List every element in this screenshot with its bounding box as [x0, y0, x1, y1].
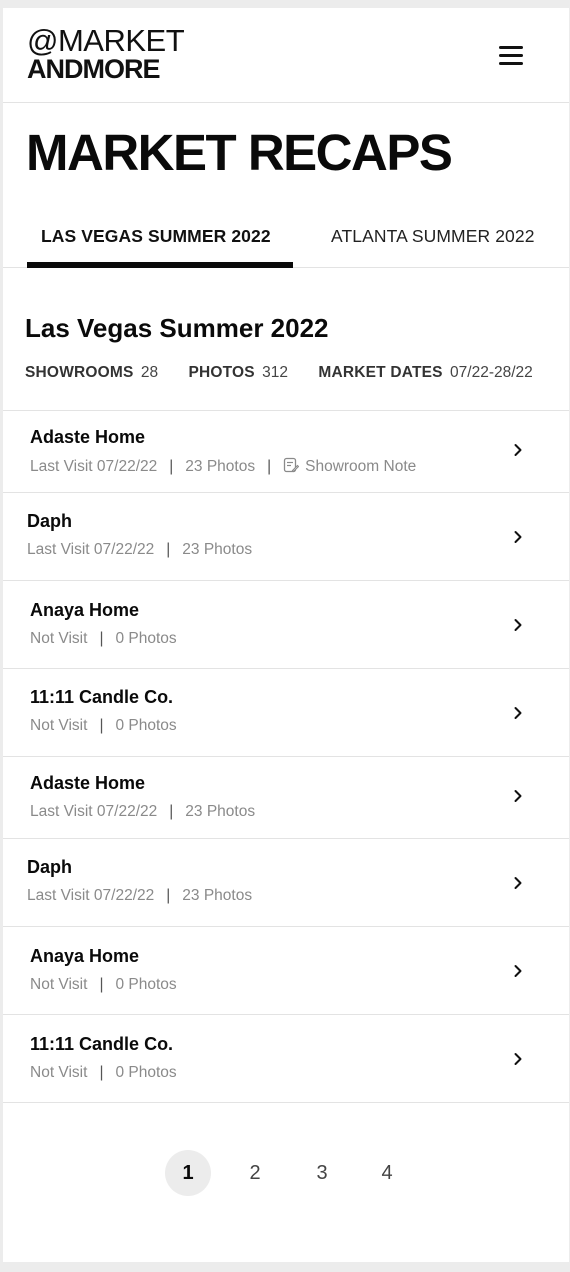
- showroom-row[interactable]: Anaya Home Not Visit | 0 Photos: [3, 581, 569, 669]
- showroom-name: 11:11 Candle Co.: [30, 1034, 174, 1054]
- meta-separator: |: [166, 887, 171, 904]
- active-tab-indicator: [27, 262, 293, 268]
- chevron-right-icon: [514, 444, 522, 456]
- tab-atlanta-summer-2022[interactable]: ATLANTA SUMMER 2022: [331, 226, 535, 247]
- meta-separator: |: [169, 458, 174, 475]
- photo-count: 23 Photos: [182, 541, 253, 558]
- photo-count: 23 Photos: [185, 458, 256, 475]
- chevron-right-icon: [514, 1053, 522, 1065]
- showroom-note-label: Showroom Note: [305, 458, 417, 475]
- last-visit: Last Visit 07/22/22: [27, 887, 155, 904]
- last-visit: Not Visit: [30, 1064, 88, 1081]
- stat-market-dates: MARKET DATES 07/22-28/22: [318, 364, 532, 382]
- showroom-note-link[interactable]: Showroom Note: [283, 457, 417, 475]
- chevron-right-icon: [514, 707, 522, 719]
- stat-value: 312: [262, 364, 289, 381]
- meta-separator: |: [267, 458, 272, 475]
- page-button-2[interactable]: 2: [232, 1150, 278, 1196]
- showroom-meta: Not Visit | 0 Photos: [30, 630, 177, 648]
- stat-showrooms: SHOWROOMS 28: [25, 364, 158, 382]
- showroom-meta: Not Visit | 0 Photos: [30, 1064, 177, 1082]
- photo-count: 23 Photos: [185, 803, 256, 820]
- showroom-meta: Not Visit | 0 Photos: [30, 976, 177, 994]
- chevron-right-icon: [514, 619, 522, 631]
- last-visit: Last Visit 07/22/22: [27, 541, 155, 558]
- showroom-row[interactable]: 11:11 Candle Co. Not Visit | 0 Photos: [3, 1015, 569, 1103]
- showroom-name: 11:11 Candle Co.: [30, 687, 174, 707]
- chevron-right-icon: [514, 877, 522, 889]
- showroom-row[interactable]: Adaste Home Last Visit 07/22/22 | 23 Photos: [3, 757, 569, 839]
- last-visit: Last Visit 07/22/22: [30, 803, 158, 820]
- market-stats: SHOWROOMS 28 PHOTOS 312 MARKET DATES 07/…: [25, 364, 559, 382]
- showroom-row[interactable]: Daph Last Visit 07/22/22 | 23 Photos: [3, 839, 569, 927]
- page-button-4[interactable]: 4: [364, 1150, 410, 1196]
- showroom-meta: Last Visit 07/22/22 | 23 Photos | Showroom N…: [30, 457, 416, 476]
- photo-count: 0 Photos: [115, 717, 177, 734]
- photo-count: 0 Photos: [115, 1064, 177, 1081]
- meta-separator: |: [99, 976, 104, 993]
- logo-line-1: @MARKET: [27, 23, 185, 58]
- stat-label: PHOTOS: [188, 364, 255, 381]
- showroom-row[interactable]: 11:11 Candle Co. Not Visit | 0 Photos: [3, 669, 569, 757]
- showroom-row[interactable]: Daph Last Visit 07/22/22 | 23 Photos: [3, 493, 569, 581]
- showroom-meta: Last Visit 07/22/22 | 23 Photos: [27, 541, 252, 559]
- brand-logo[interactable]: @MARKET ANDMORE: [27, 23, 227, 86]
- showroom-name: Adaste Home: [30, 427, 146, 447]
- showroom-name: Anaya Home: [30, 946, 140, 966]
- chevron-right-icon: [514, 790, 522, 802]
- hamburger-menu-icon[interactable]: [497, 44, 527, 70]
- note-edit-icon: [283, 457, 300, 473]
- showroom-name: Daph: [27, 511, 72, 531]
- page-title: MARKET RECAPS: [26, 124, 453, 181]
- stat-value: 28: [140, 364, 159, 381]
- showroom-meta: Last Visit 07/22/22 | 23 Photos: [30, 803, 255, 821]
- photo-count: 23 Photos: [182, 887, 253, 904]
- showroom-name: Anaya Home: [30, 600, 140, 620]
- page-button-1[interactable]: 1: [165, 1150, 211, 1196]
- showroom-row[interactable]: Anaya Home Not Visit | 0 Photos: [3, 927, 569, 1015]
- market-tabs: LAS VEGAS SUMMER 2022 ATLANTA SUMMER 202…: [3, 216, 569, 268]
- stat-label: SHOWROOMS: [25, 364, 134, 381]
- chevron-right-icon: [514, 531, 522, 543]
- stat-photos: PHOTOS 312: [188, 364, 288, 382]
- showroom-meta: Not Visit | 0 Photos: [30, 717, 177, 735]
- meta-separator: |: [166, 541, 171, 558]
- showroom-name: Daph: [27, 857, 72, 877]
- last-visit: Last Visit 07/22/22: [30, 458, 158, 475]
- stat-value: 07/22-28/22: [450, 364, 533, 381]
- app-header: @MARKET ANDMORE: [3, 8, 569, 103]
- showroom-meta: Last Visit 07/22/22 | 23 Photos: [27, 887, 252, 905]
- tab-las-vegas-summer-2022[interactable]: LAS VEGAS SUMMER 2022: [41, 226, 271, 247]
- photo-count: 0 Photos: [115, 630, 177, 647]
- page-button-3[interactable]: 3: [299, 1150, 345, 1196]
- chevron-right-icon: [514, 965, 522, 977]
- last-visit: Not Visit: [30, 717, 88, 734]
- app-screen: @MARKET ANDMORE MARKET RECAPS LAS VEGAS …: [3, 8, 569, 1262]
- meta-separator: |: [99, 717, 104, 734]
- stat-label: MARKET DATES: [318, 364, 443, 381]
- section-title: Las Vegas Summer 2022: [25, 313, 329, 343]
- showroom-list: Adaste Home Last Visit 07/22/22 | 23 Photos…: [3, 410, 569, 1103]
- photo-count: 0 Photos: [115, 976, 177, 993]
- meta-separator: |: [169, 803, 174, 820]
- last-visit: Not Visit: [30, 630, 88, 647]
- last-visit: Not Visit: [30, 976, 88, 993]
- pagination: 1234: [3, 1150, 569, 1200]
- logo-line-2: ANDMORE: [27, 54, 161, 84]
- showroom-name: Adaste Home: [30, 773, 146, 793]
- showroom-row[interactable]: Adaste Home Last Visit 07/22/22 | 23 Photos…: [3, 411, 569, 493]
- meta-separator: |: [99, 1064, 104, 1081]
- meta-separator: |: [99, 630, 104, 647]
